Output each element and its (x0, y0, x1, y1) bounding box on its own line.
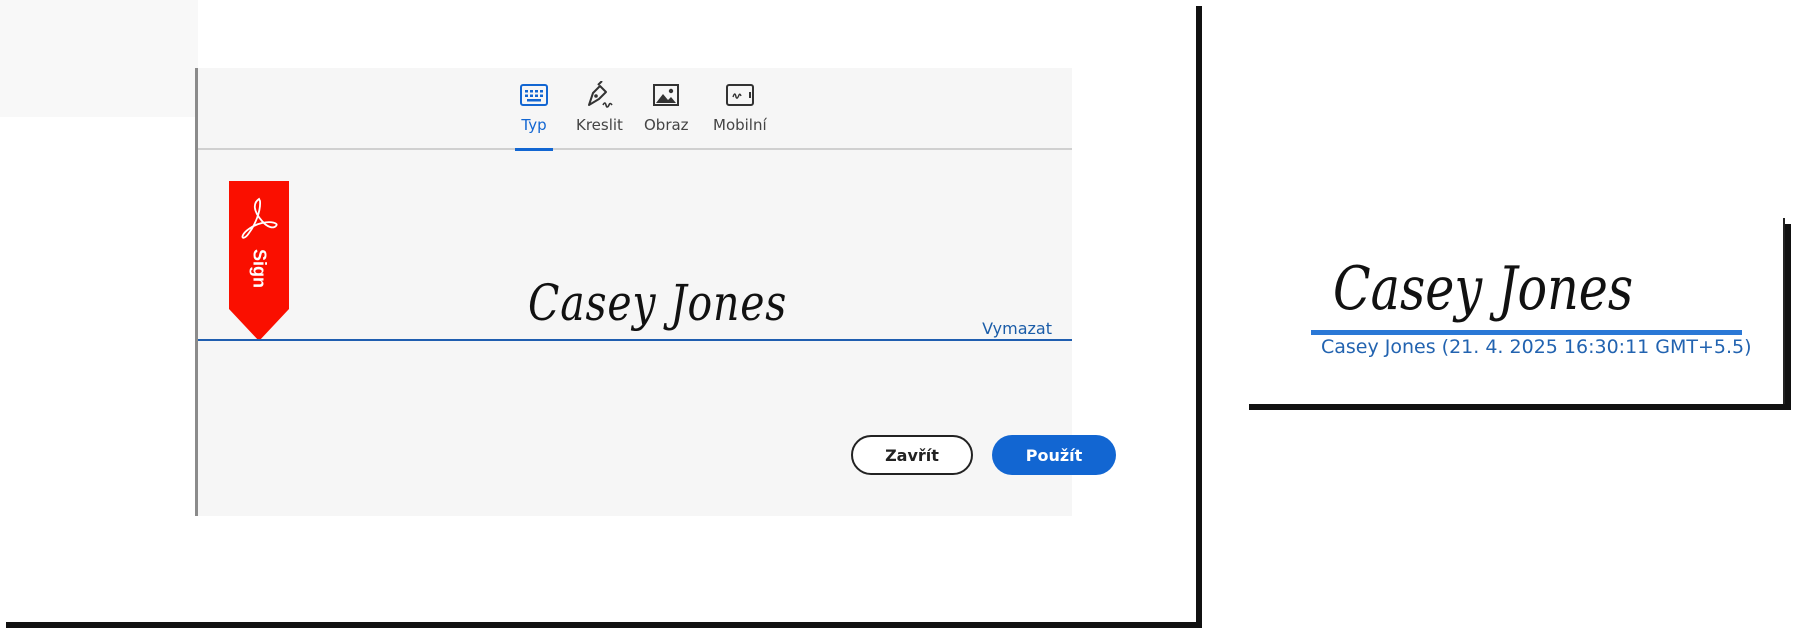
signature-preview-card: Casey Jones Casey Jones (21. 4. 2025 16:… (1243, 218, 1785, 404)
image-icon (649, 80, 683, 110)
sheet-corner-panel (0, 0, 198, 117)
document-sheet: Typ Kreslit Obraz Mobilní Sign Casey Jon… (0, 0, 1196, 622)
signature-dialog: Typ Kreslit Obraz Mobilní Sign Casey Jon… (195, 68, 1116, 516)
typed-signature: Casey Jones (528, 274, 788, 332)
tab-mobile-label: Mobilní (713, 116, 767, 134)
tab-draw-label: Kreslit (576, 116, 623, 134)
tab-draw[interactable]: Kreslit (576, 80, 623, 148)
tab-image-label: Obraz (644, 116, 689, 134)
preview-signature-line (1311, 330, 1742, 335)
tab-mobile[interactable]: Mobilní (713, 80, 767, 148)
pen-icon (582, 80, 616, 110)
preview-signature-caption: Casey Jones (21. 4. 2025 16:30:11 GMT+5.… (1321, 336, 1752, 358)
sign-badge-label: Sign (249, 249, 270, 288)
close-button[interactable]: Zavřít (851, 435, 973, 475)
tab-image[interactable]: Obraz (644, 80, 689, 148)
clear-link[interactable]: Vymazat (982, 319, 1052, 338)
signature-tabs: Typ Kreslit Obraz Mobilní (198, 68, 1072, 151)
tab-type[interactable]: Typ (515, 80, 553, 151)
signature-baseline (198, 339, 1072, 341)
apply-button[interactable]: Použít (992, 435, 1116, 475)
keyboard-icon (517, 80, 551, 110)
tab-type-label: Typ (521, 116, 547, 134)
preview-signature: Casey Jones (1333, 254, 1634, 324)
mobile-signature-icon (723, 80, 757, 110)
